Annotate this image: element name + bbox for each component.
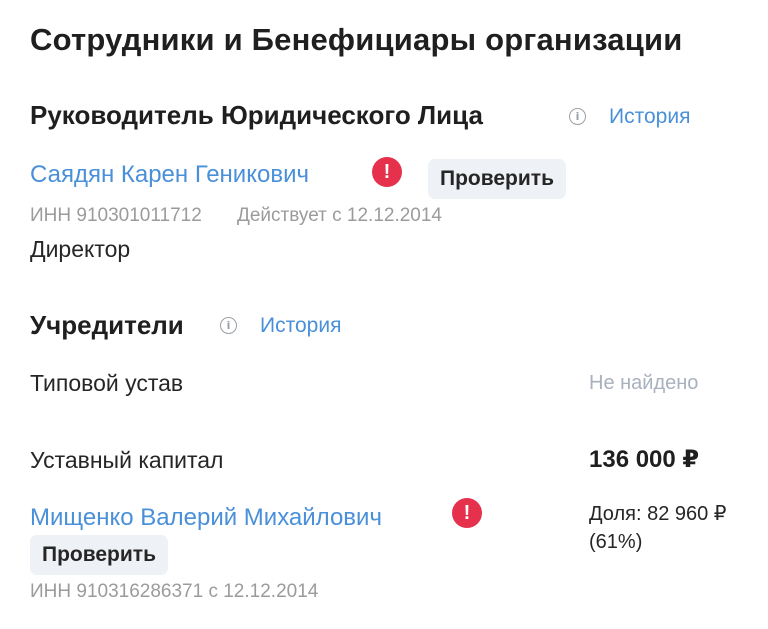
founder-share: Доля: 82 960 ₽ (61%): [589, 500, 727, 556]
head-person-role: Директор: [30, 236, 131, 262]
exclamation-icon: !: [372, 157, 402, 187]
section-title-head: Руководитель Юридического Лица: [30, 100, 483, 130]
info-icon[interactable]: i: [569, 108, 586, 125]
capital-label: Уставный капитал: [30, 447, 224, 473]
exclamation-icon: !: [452, 498, 482, 528]
founders-history-link[interactable]: История: [260, 314, 341, 338]
page-title: Сотрудники и Бенефициары организации: [30, 22, 683, 57]
head-person-since: Действует с 12.12.2014: [237, 205, 443, 226]
head-history-link[interactable]: История: [609, 105, 690, 129]
founder-check-button[interactable]: Проверить: [30, 535, 168, 575]
head-person-name-link[interactable]: Саядян Карен Геникович: [30, 161, 309, 189]
founder-share-percent: (61%): [589, 531, 643, 553]
head-person-inn: ИНН 910301011712: [30, 205, 202, 226]
founder-share-amount: Доля: 82 960 ₽: [589, 503, 727, 525]
capital-value: 136 000 ₽: [589, 446, 700, 473]
section-title-founders: Учредители: [30, 310, 184, 340]
charter-label: Типовой устав: [30, 370, 184, 396]
founder-inn-since: ИНН 910316286371 с 12.12.2014: [30, 581, 319, 602]
head-check-button[interactable]: Проверить: [428, 159, 566, 199]
founder-name-link[interactable]: Мищенко Валерий Михайлович: [30, 504, 382, 532]
charter-value: Не найдено: [589, 372, 699, 394]
info-icon[interactable]: i: [220, 317, 237, 334]
